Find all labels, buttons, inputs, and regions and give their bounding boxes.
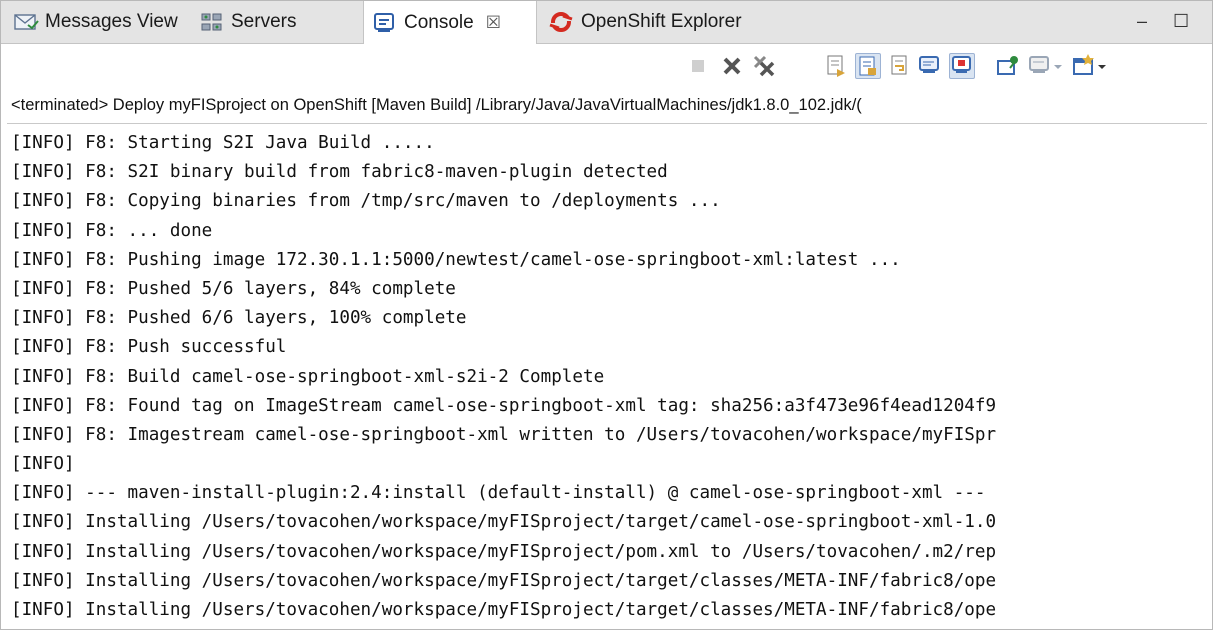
tab-servers[interactable]: Servers <box>191 1 355 43</box>
console-line: [INFO] Installing /Users/tovacohen/works… <box>11 600 997 620</box>
view-tab-bar: Messages View Servers Console ☒ OpenShif… <box>1 1 1212 44</box>
console-output[interactable]: [INFO] F8: Starting S2I Java Build .....… <box>11 129 1205 625</box>
clear-console-icon[interactable] <box>823 53 849 79</box>
console-line: [INFO] F8: Starting S2I Java Build ..... <box>11 133 435 153</box>
launch-status-text: <terminated> Deploy myFISproject on Open… <box>11 96 862 114</box>
close-tab-icon[interactable]: ☒ <box>486 13 501 33</box>
console-line: [INFO] F8: Imagestream camel-ose-springb… <box>11 424 997 445</box>
console-line: [INFO] F8: Copying binaries from /tmp/sr… <box>11 191 721 212</box>
tab-label: Servers <box>231 11 297 32</box>
console-icon <box>372 12 398 34</box>
console-line: [INFO] Installing /Users/tovacohen/works… <box>11 512 997 533</box>
open-console-icon[interactable] <box>1071 53 1111 79</box>
tab-label: Console <box>404 11 474 33</box>
remove-launch-icon[interactable] <box>719 53 745 79</box>
console-line: [INFO] F8: Pushed 6/6 layers, 100% compl… <box>11 308 467 329</box>
console-line: [INFO] F8: Build camel-ose-springboot-xm… <box>11 366 605 387</box>
console-view-window: Messages View Servers Console ☒ OpenShif… <box>0 0 1213 630</box>
show-stdout-icon[interactable] <box>917 53 943 79</box>
tab-console[interactable]: Console ☒ <box>363 1 537 44</box>
pin-console-icon[interactable] <box>995 53 1021 79</box>
tab-label: Messages View <box>45 11 178 32</box>
console-toolbar <box>1 44 1212 86</box>
console-line: [INFO] <box>11 454 75 475</box>
show-stderr-icon[interactable] <box>949 53 975 79</box>
console-line: [INFO] F8: ... done <box>11 220 213 241</box>
minimize-icon[interactable]: ‒ <box>1137 11 1147 32</box>
console-line: [INFO] F8: Pushing image 172.30.1.1:5000… <box>11 249 901 270</box>
word-wrap-icon[interactable] <box>887 53 913 79</box>
console-line: [INFO] --- maven-install-plugin:2.4:inst… <box>11 483 986 504</box>
console-line: [INFO] F8: S2I binary build from fabric8… <box>11 162 668 183</box>
maximize-icon[interactable]: ☐ <box>1173 11 1189 32</box>
remove-all-terminated-icon[interactable] <box>751 53 777 79</box>
console-line: [INFO] Installing /Users/tovacohen/works… <box>11 541 997 562</box>
terminate-icon[interactable] <box>685 53 711 79</box>
scroll-lock-icon[interactable] <box>855 53 881 79</box>
tab-messages-view[interactable]: Messages View <box>5 1 185 43</box>
tab-label: OpenShift Explorer <box>581 11 742 32</box>
servers-icon <box>199 11 225 33</box>
messages-icon <box>13 11 39 33</box>
console-line: [INFO] F8: Pushed 5/6 layers, 84% comple… <box>11 278 456 299</box>
divider <box>7 123 1207 124</box>
display-selected-console-icon[interactable] <box>1027 53 1067 79</box>
tab-openshift-explorer[interactable]: OpenShift Explorer <box>541 1 801 43</box>
console-line: [INFO] F8: Push successful <box>11 337 287 358</box>
openshift-icon <box>549 11 575 33</box>
console-line: [INFO] F8: Found tag on ImageStream came… <box>11 395 997 416</box>
console-line: [INFO] Installing /Users/tovacohen/works… <box>11 570 997 591</box>
